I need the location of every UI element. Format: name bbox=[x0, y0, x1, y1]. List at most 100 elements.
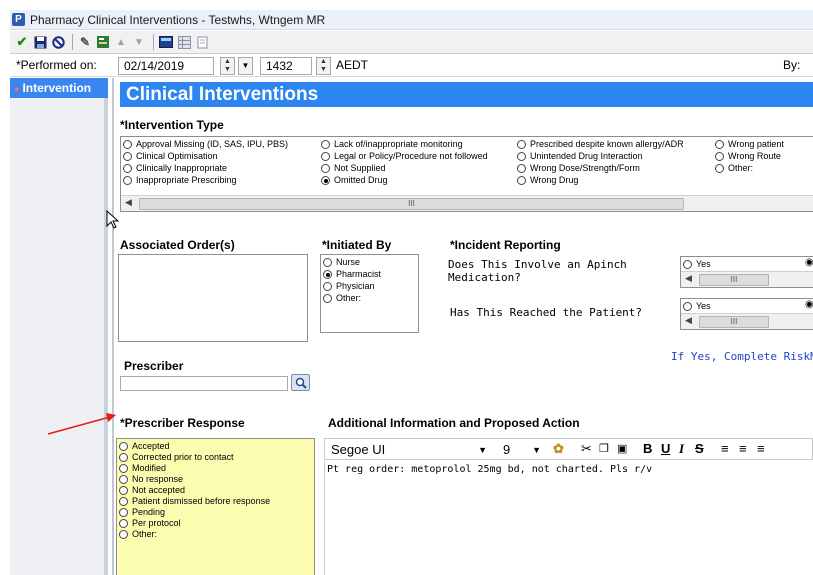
print-icon[interactable] bbox=[194, 34, 210, 50]
radio-button[interactable] bbox=[119, 530, 128, 539]
yes-option[interactable]: Yes bbox=[683, 259, 711, 270]
radio-button[interactable] bbox=[119, 497, 128, 506]
copy-icon[interactable]: ❐ bbox=[599, 441, 609, 457]
radio-button-selected[interactable] bbox=[323, 270, 332, 279]
yes-option[interactable]: Yes bbox=[683, 301, 711, 312]
radio-button[interactable] bbox=[715, 152, 724, 161]
intervention-option[interactable]: Wrong Route bbox=[715, 151, 781, 162]
date-dropdown-button[interactable]: ▼ bbox=[238, 57, 253, 75]
search-icon[interactable] bbox=[291, 374, 310, 391]
radio-button[interactable] bbox=[517, 152, 526, 161]
align-left-icon[interactable]: ≡ bbox=[721, 441, 729, 457]
response-option[interactable]: Pending bbox=[119, 507, 165, 518]
response-option[interactable]: Corrected prior to contact bbox=[119, 452, 234, 463]
font-size-select[interactable]: 9 ▼ bbox=[495, 441, 543, 459]
horizontal-scrollbar[interactable]: ◀ III bbox=[681, 271, 813, 287]
response-option[interactable]: Per protocol bbox=[119, 518, 181, 529]
scroll-left-icon[interactable]: ◀ bbox=[685, 273, 692, 284]
radio-button[interactable] bbox=[119, 475, 128, 484]
radio-button[interactable] bbox=[123, 152, 132, 161]
radio-button[interactable] bbox=[123, 164, 132, 173]
eraser-icon[interactable]: ✎ bbox=[77, 34, 93, 50]
sidebar-item-intervention[interactable]: ● Intervention bbox=[10, 78, 108, 98]
checkmark-icon[interactable]: ✔ bbox=[14, 34, 30, 50]
radio-button[interactable] bbox=[517, 140, 526, 149]
radio-button[interactable] bbox=[123, 176, 132, 185]
radio-button-selected[interactable] bbox=[321, 176, 330, 185]
strikethrough-icon[interactable]: S bbox=[695, 441, 704, 457]
radio-button[interactable] bbox=[517, 164, 526, 173]
form-icon[interactable] bbox=[95, 34, 111, 50]
radio-selected-icon[interactable]: ◉ bbox=[805, 299, 813, 310]
paste-icon[interactable]: ▣ bbox=[617, 441, 627, 457]
radio-button[interactable] bbox=[683, 302, 692, 311]
arrow-up-icon[interactable]: ▲ bbox=[113, 34, 129, 50]
riskman-link[interactable]: If Yes, Complete RiskMa bbox=[671, 350, 813, 363]
intervention-option[interactable]: Approval Missing (ID, SAS, IPU, PBS) bbox=[123, 139, 288, 150]
palette-icon[interactable]: ✿ bbox=[553, 441, 564, 457]
response-option[interactable]: Other: bbox=[119, 529, 157, 540]
associated-orders-list[interactable] bbox=[118, 254, 308, 342]
intervention-option[interactable]: Wrong Dose/Strength/Form bbox=[517, 163, 640, 174]
intervention-option[interactable]: Other: bbox=[715, 163, 753, 174]
radio-button[interactable] bbox=[323, 258, 332, 267]
response-option[interactable]: Modified bbox=[119, 463, 166, 474]
radio-button[interactable] bbox=[715, 164, 724, 173]
radio-button[interactable] bbox=[119, 442, 128, 451]
radio-button[interactable] bbox=[683, 260, 692, 269]
performed-date-field[interactable]: 02/14/2019 bbox=[118, 57, 214, 75]
scrollbar-thumb[interactable]: III bbox=[139, 198, 684, 210]
response-option[interactable]: Not accepted bbox=[119, 485, 185, 496]
cut-icon[interactable]: ✂ bbox=[581, 441, 592, 457]
align-right-icon[interactable]: ≡ bbox=[757, 441, 765, 457]
intervention-option-selected[interactable]: Omitted Drug bbox=[321, 175, 388, 186]
cancel-icon[interactable] bbox=[50, 34, 66, 50]
radio-button[interactable] bbox=[123, 140, 132, 149]
radio-button[interactable] bbox=[321, 140, 330, 149]
initiated-option-selected[interactable]: Pharmacist bbox=[323, 269, 381, 280]
radio-button[interactable] bbox=[321, 164, 330, 173]
align-center-icon[interactable]: ≡ bbox=[739, 441, 747, 457]
radio-button[interactable] bbox=[321, 152, 330, 161]
intervention-option[interactable]: Wrong Drug bbox=[517, 175, 578, 186]
radio-button[interactable] bbox=[323, 282, 332, 291]
response-option[interactable]: Patient dismissed before response bbox=[119, 496, 270, 507]
radio-selected-icon[interactable]: ◉ bbox=[805, 257, 813, 268]
time-spinner[interactable]: ▲ ▼ bbox=[316, 57, 331, 75]
intervention-option[interactable]: Inappropriate Prescribing bbox=[123, 175, 237, 186]
initiated-option[interactable]: Nurse bbox=[323, 257, 360, 268]
intervention-option[interactable]: Wrong patient bbox=[715, 139, 784, 150]
scrollbar-thumb[interactable]: III bbox=[699, 274, 769, 286]
performed-time-field[interactable]: 1432 bbox=[260, 57, 312, 75]
horizontal-scrollbar[interactable]: ◀ III bbox=[681, 313, 813, 329]
arrow-down-icon[interactable]: ▼ bbox=[131, 34, 147, 50]
underline-icon[interactable]: U bbox=[661, 441, 670, 457]
radio-button[interactable] bbox=[119, 464, 128, 473]
additional-info-textarea[interactable]: Pt reg order: metoprolol 25mg bd, not ch… bbox=[324, 461, 813, 575]
horizontal-scrollbar[interactable]: ◀ III bbox=[121, 195, 813, 211]
font-select[interactable]: Segoe UI ▼ bbox=[329, 441, 489, 459]
radio-button[interactable] bbox=[119, 453, 128, 462]
scrollbar-thumb[interactable]: III bbox=[699, 316, 769, 328]
scroll-left-icon[interactable]: ◀ bbox=[685, 315, 692, 326]
intervention-option[interactable]: Clinical Optimisation bbox=[123, 151, 218, 162]
radio-button[interactable] bbox=[119, 519, 128, 528]
intervention-option[interactable]: Lack of/inappropriate monitoring bbox=[321, 139, 463, 150]
intervention-option[interactable]: Prescribed despite known allergy/ADR bbox=[517, 139, 684, 150]
date-spinner[interactable]: ▲ ▼ bbox=[220, 57, 235, 75]
intervention-option[interactable]: Legal or Policy/Procedure not followed bbox=[321, 151, 488, 162]
bold-icon[interactable]: B bbox=[643, 441, 652, 457]
scroll-left-icon[interactable]: ◀ bbox=[125, 197, 132, 208]
intervention-option[interactable]: Unintended Drug Interaction bbox=[517, 151, 643, 162]
radio-button[interactable] bbox=[715, 140, 724, 149]
intervention-option[interactable]: Clinically Inappropriate bbox=[123, 163, 227, 174]
prescriber-input[interactable] bbox=[120, 376, 288, 391]
initiated-option[interactable]: Other: bbox=[323, 293, 361, 304]
radio-button[interactable] bbox=[119, 486, 128, 495]
intervention-option[interactable]: Not Supplied bbox=[321, 163, 386, 174]
save-icon[interactable] bbox=[32, 34, 48, 50]
radio-button[interactable] bbox=[119, 508, 128, 517]
initiated-option[interactable]: Physician bbox=[323, 281, 375, 292]
grid-icon[interactable] bbox=[176, 34, 192, 50]
italic-icon[interactable]: I bbox=[679, 441, 684, 457]
